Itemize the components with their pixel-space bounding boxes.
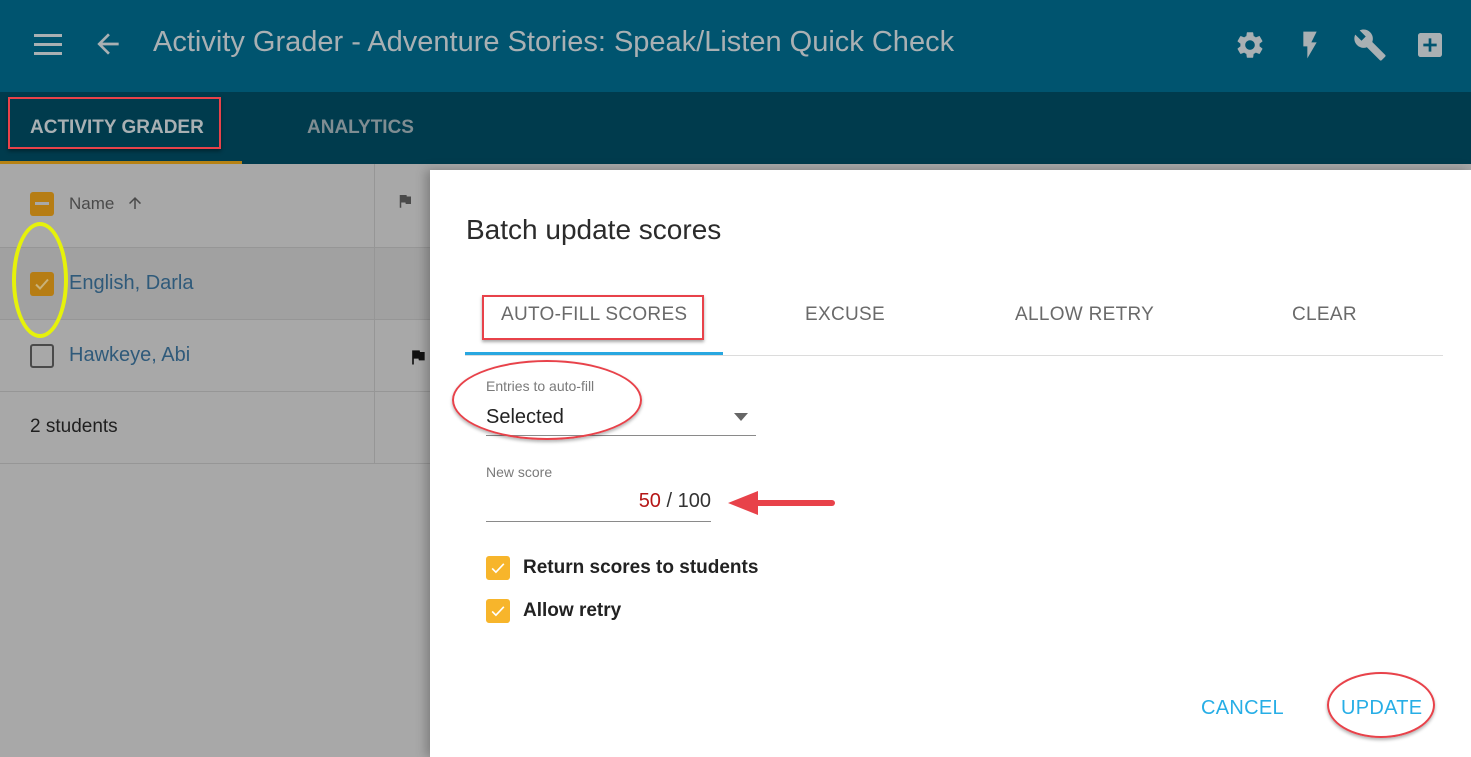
lightning-icon[interactable] bbox=[1293, 28, 1327, 62]
tab-allow-retry[interactable]: ALLOW RETRY bbox=[1015, 304, 1154, 326]
student-grid: Name English, Darla Hawkeye, Abi 2 stude… bbox=[0, 164, 430, 464]
flag-column-icon[interactable] bbox=[396, 192, 414, 215]
score-value[interactable]: 50 bbox=[639, 490, 661, 512]
app-bar: Activity Grader - Adventure Stories: Spe… bbox=[0, 0, 1471, 92]
student-count: 2 students bbox=[30, 416, 118, 437]
menu-icon[interactable] bbox=[34, 34, 62, 56]
grid-header: Name bbox=[0, 164, 430, 248]
active-tab-indicator bbox=[465, 352, 723, 355]
grid-footer: 2 students bbox=[0, 392, 430, 464]
student-name-link[interactable]: Hawkeye, Abi bbox=[69, 344, 190, 367]
page-title: Activity Grader - Adventure Stories: Spe… bbox=[153, 26, 955, 58]
annotation-box bbox=[8, 97, 221, 149]
return-scores-label[interactable]: Return scores to students bbox=[523, 557, 758, 579]
annotation-oval bbox=[12, 222, 68, 338]
annotation-box bbox=[482, 295, 704, 340]
tab-excuse[interactable]: EXCUSE bbox=[805, 304, 885, 326]
check-icon bbox=[491, 606, 505, 617]
tabs-divider bbox=[465, 355, 1443, 356]
dialog-title: Batch update scores bbox=[466, 214, 722, 245]
tab-clear[interactable]: CLEAR bbox=[1292, 304, 1357, 326]
back-arrow-icon[interactable] bbox=[92, 28, 124, 60]
row-checkbox[interactable] bbox=[30, 344, 54, 368]
tab-analytics[interactable]: ANALYTICS bbox=[307, 92, 414, 164]
flag-icon[interactable] bbox=[408, 347, 428, 372]
indeterminate-icon bbox=[35, 202, 49, 205]
table-row[interactable]: Hawkeye, Abi bbox=[0, 320, 430, 392]
batch-update-dialog: Batch update scores AUTO-FILL SCORES EXC… bbox=[430, 170, 1471, 757]
student-name-link[interactable]: English, Darla bbox=[69, 272, 194, 295]
score-underline bbox=[486, 521, 711, 522]
score-max: 100 bbox=[677, 490, 711, 512]
name-column-header[interactable]: Name bbox=[69, 194, 114, 214]
dropdown-caret-icon[interactable] bbox=[734, 413, 748, 421]
select-all-checkbox[interactable] bbox=[30, 192, 54, 216]
new-score-input[interactable]: 50 / 100 bbox=[486, 490, 711, 513]
wrench-icon[interactable] bbox=[1353, 28, 1387, 62]
tab-bar: ACTIVITY GRADER ANALYTICS bbox=[0, 92, 1471, 164]
annotation-oval bbox=[1327, 672, 1435, 738]
allow-retry-checkbox[interactable] bbox=[486, 599, 510, 623]
score-separator: / bbox=[666, 490, 673, 512]
allow-retry-label[interactable]: Allow retry bbox=[523, 600, 621, 622]
annotation-oval bbox=[452, 360, 642, 440]
return-scores-checkbox[interactable] bbox=[486, 556, 510, 580]
gear-icon[interactable] bbox=[1233, 28, 1267, 62]
annotation-arrow bbox=[726, 488, 838, 523]
cancel-button[interactable]: CANCEL bbox=[1201, 697, 1284, 720]
check-icon bbox=[491, 563, 505, 574]
add-box-icon[interactable] bbox=[1413, 28, 1447, 62]
new-score-label: New score bbox=[486, 464, 553, 480]
sort-ascending-icon[interactable] bbox=[126, 194, 144, 217]
column-divider bbox=[374, 164, 375, 464]
